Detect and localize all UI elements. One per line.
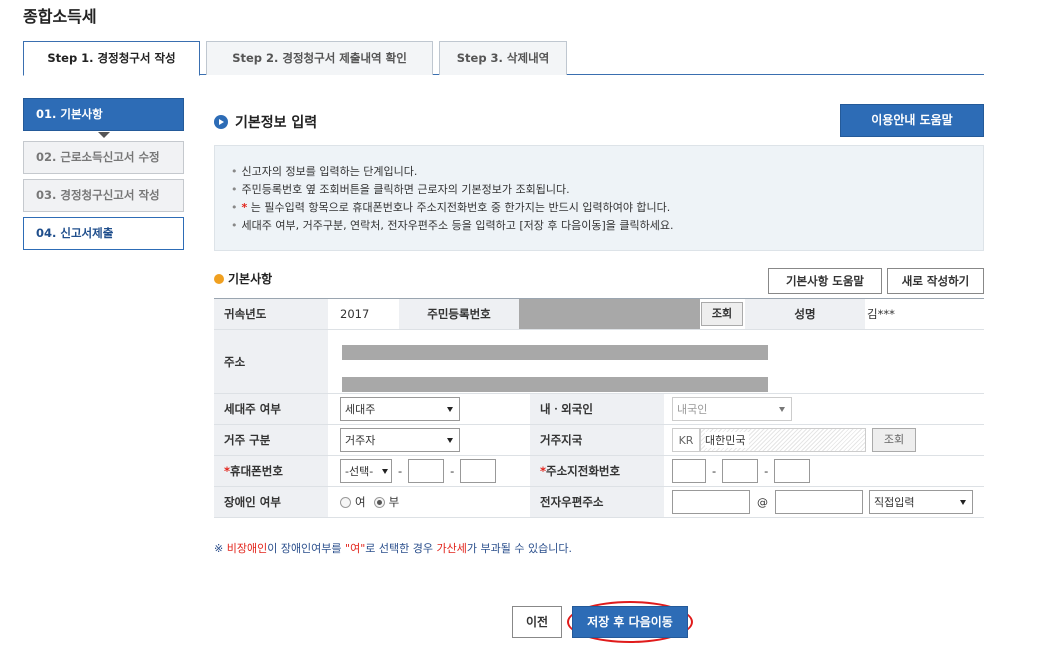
- dropdown-arrow-icon: [779, 406, 785, 412]
- email-label: 전자우편주소: [530, 487, 664, 517]
- section-title: 기본정보 입력: [214, 112, 317, 132]
- mobile-label: * 휴대폰번호: [214, 456, 328, 486]
- mobile-last-input[interactable]: [460, 459, 497, 483]
- basic-subheader: 기본사항: [214, 270, 272, 287]
- page-title: 종합소득세: [23, 7, 97, 26]
- rrn-label: 주민등록번호: [399, 299, 519, 329]
- disabled-label: 장애인 여부: [214, 487, 328, 517]
- form-row-address: 주소: [214, 330, 984, 394]
- dropdown-arrow-icon: [447, 437, 453, 443]
- save-next-button[interactable]: 저장 후 다음이동: [572, 606, 688, 638]
- country-name-field: 대한민국: [700, 428, 866, 452]
- household-select[interactable]: 세대주: [340, 397, 460, 421]
- section-title-text: 기본정보 입력: [235, 115, 318, 131]
- step-nav: 01. 기본사항 02. 근로소득신고서 수정 03. 경정청구신고서 작성 0…: [23, 98, 184, 255]
- mobile-prefix-select[interactable]: -선택-: [340, 459, 392, 483]
- phone-last-input[interactable]: [774, 459, 811, 483]
- household-label: 세대주 여부: [214, 394, 328, 424]
- new-write-button[interactable]: 새로 작성하기: [887, 268, 984, 294]
- step-edit-income[interactable]: 02. 근로소득신고서 수정: [23, 141, 184, 174]
- phone-middle-input[interactable]: [722, 459, 759, 483]
- arrow-circle-icon: [214, 115, 228, 129]
- address-line1-masked: [342, 345, 768, 360]
- step-write-claim[interactable]: 03. 경정청구신고서 작성: [23, 179, 184, 212]
- residence-label: 거주 구분: [214, 425, 328, 455]
- info-box: • 신고자의 정보를 입력하는 단계입니다. • 주민등록번호 옆 조회버튼을 클릭…: [214, 145, 984, 251]
- name-label: 성명: [745, 299, 865, 329]
- step-submit[interactable]: 04. 신고서제출: [23, 217, 184, 250]
- year-value: 2017: [340, 307, 370, 321]
- info-line: • * 는 필수입력 항목으로 휴대폰번호나 주소지전화번호 중 한가지는 반드시…: [231, 201, 671, 214]
- phone-label: * 주소지전화번호: [530, 456, 664, 486]
- prev-button[interactable]: 이전: [512, 606, 562, 638]
- nationality-label: 내ㆍ외국인: [530, 394, 664, 424]
- step-label: 01. 기본사항: [36, 107, 103, 121]
- required-star: *: [241, 201, 248, 214]
- address-label: 주소: [214, 330, 328, 393]
- basic-help-button[interactable]: 기본사항 도움말: [768, 268, 882, 294]
- info-line: • 세대주 여부, 거주구분, 연락처, 전자우편주소 등을 입력하고 [저장 후…: [231, 219, 674, 232]
- down-arrow-icon: [98, 132, 110, 138]
- tab-step2[interactable]: Step 2. 경정청구서 제출내역 확인: [206, 41, 433, 75]
- form-row-disabled-email: 장애인 여부 여 부 전자우편주소 @ 직접입력: [214, 487, 984, 518]
- dropdown-arrow-icon: [382, 468, 388, 474]
- email-domain-input[interactable]: [775, 490, 863, 514]
- basic-form: 귀속년도 2017 주민등록번호 조회 성명 김*** 주소 세대주 여부 세대…: [214, 298, 984, 518]
- form-row-year: 귀속년도 2017 주민등록번호 조회 성명 김***: [214, 299, 984, 330]
- rrn-masked-value: [519, 299, 700, 329]
- tab-step1[interactable]: Step 1. 경정청구서 작성: [23, 41, 200, 76]
- email-id-input[interactable]: [672, 490, 750, 514]
- nationality-select: 내국인: [672, 397, 792, 421]
- dropdown-arrow-icon: [447, 406, 453, 412]
- email-domain-select[interactable]: 직접입력: [869, 490, 973, 514]
- penalty-notice: ※ 비장애인이 장애인여부를 "여"로 선택한 경우 가산세가 부과될 수 있습…: [214, 542, 572, 555]
- usage-help-button[interactable]: 이용안내 도움말: [840, 104, 984, 137]
- step-label: 03. 경정청구신고서 작성: [36, 188, 160, 202]
- step-tabs: Step 1. 경정청구서 작성 Step 2. 경정청구서 제출내역 확인 S…: [23, 41, 984, 76]
- dropdown-arrow-icon: [960, 499, 966, 505]
- country-code-field: KR: [672, 428, 700, 452]
- rrn-lookup-button[interactable]: 조회: [701, 302, 743, 326]
- form-row-residence: 거주 구분 거주자 거주지국 KR 대한민국 조회: [214, 425, 984, 456]
- phone-area-input[interactable]: [672, 459, 706, 483]
- disabled-no-radio[interactable]: [373, 496, 385, 508]
- residence-select[interactable]: 거주자: [340, 428, 460, 452]
- basic-subheader-text: 기본사항: [228, 272, 273, 286]
- orange-dot-icon: [214, 273, 224, 284]
- tab-step3[interactable]: Step 3. 삭제내역: [439, 41, 567, 75]
- mobile-middle-input[interactable]: [408, 459, 445, 483]
- info-line: • 주민등록번호 옆 조회버튼을 클릭하면 근로자의 기본정보가 조회됩니다.: [231, 183, 570, 196]
- country-label: 거주지국: [530, 425, 664, 455]
- step-label: 04. 신고서제출: [36, 226, 114, 240]
- name-value: 김***: [867, 307, 895, 321]
- form-row-household: 세대주 여부 세대주 내ㆍ외국인 내국인: [214, 394, 984, 425]
- year-label: 귀속년도: [214, 299, 328, 329]
- step-label: 02. 근로소득신고서 수정: [36, 150, 160, 164]
- form-row-phone: * 휴대폰번호 -선택- - - * 주소지전화번호 - -: [214, 456, 984, 487]
- disabled-yes-radio[interactable]: [340, 496, 351, 508]
- info-line: • 신고자의 정보를 입력하는 단계입니다.: [231, 165, 418, 178]
- country-lookup-button[interactable]: 조회: [872, 428, 916, 452]
- address-line2-masked: [342, 377, 768, 392]
- step-basic-info[interactable]: 01. 기본사항: [23, 98, 184, 138]
